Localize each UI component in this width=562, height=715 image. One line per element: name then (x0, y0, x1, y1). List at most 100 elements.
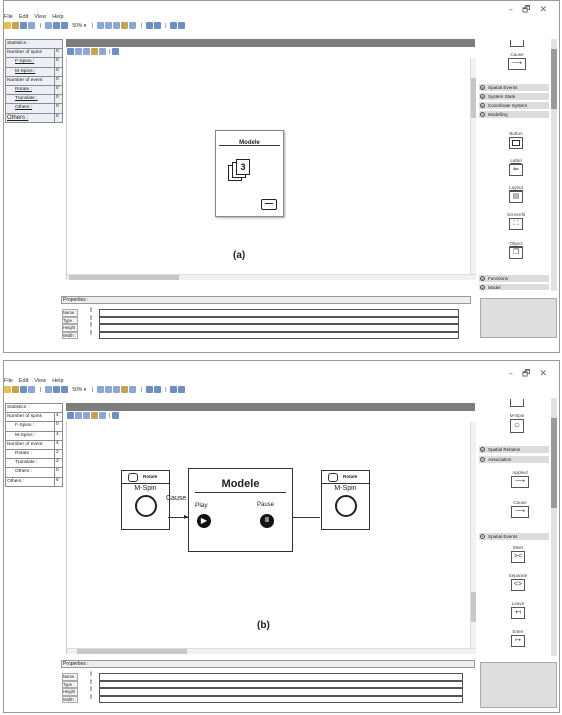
palette-tool-top[interactable] (499, 39, 535, 47)
section-association[interactable]: ^ Association (479, 456, 549, 463)
minimize-button[interactable]: – (509, 369, 523, 379)
property-width-field[interactable] (99, 331, 459, 339)
zoom-select[interactable]: 50% ▾ (72, 387, 86, 393)
tool-applied[interactable]: Applied ⟶ (503, 470, 537, 488)
menu-edit[interactable]: Edit (19, 378, 28, 384)
palette-scrollbar[interactable] (551, 39, 557, 291)
menu-view[interactable]: View (34, 14, 46, 20)
tool-screenfit[interactable]: Screenfit ⛶ (499, 212, 533, 230)
undo-icon[interactable] (170, 22, 178, 29)
close-button[interactable]: ✕ (539, 5, 556, 15)
new-icon[interactable] (4, 22, 11, 29)
chart-icon[interactable] (112, 48, 120, 55)
menu-file[interactable]: File (4, 14, 13, 20)
section-modelling[interactable]: ^ Modelling (479, 111, 549, 118)
copy-icon[interactable] (75, 48, 82, 55)
scroll-thumb[interactable] (69, 275, 179, 280)
scroll-thumb[interactable] (471, 592, 476, 622)
paste-icon[interactable] (83, 412, 90, 419)
section-spatial-events[interactable]: v Spatial Events (479, 84, 549, 91)
new-icon[interactable] (4, 386, 11, 393)
play-icon[interactable]: ▶ (197, 514, 211, 528)
grid-icon[interactable] (99, 48, 106, 55)
cut-icon[interactable] (96, 386, 104, 393)
tool-leave[interactable]: Leave ↤ (501, 601, 535, 619)
menu-help[interactable]: Help (52, 378, 63, 384)
canvas-horizontal-scrollbar[interactable] (67, 648, 476, 654)
window-controls[interactable]: –🗗✕ (509, 366, 557, 382)
copy-icon[interactable] (75, 412, 82, 419)
menu-view[interactable]: View (34, 378, 46, 384)
layers-icon[interactable] (153, 22, 161, 29)
left-spin-box[interactable]: Rotate M-Spin (121, 470, 170, 530)
right-spin-box[interactable]: Rotate M-Spin (321, 470, 370, 530)
paste-icon[interactable] (112, 22, 120, 29)
close-button[interactable]: ✕ (539, 369, 556, 379)
open-icon[interactable] (12, 386, 19, 393)
scroll-thumb[interactable] (471, 78, 476, 118)
section-spatial-relation[interactable]: v Spatial Relation (479, 446, 549, 453)
page-icon[interactable] (44, 22, 52, 29)
zoom-select[interactable]: 50% ▾ (72, 23, 86, 29)
format-icon[interactable] (120, 22, 128, 29)
palette-tool-cause[interactable]: Cause ⟶ (499, 52, 535, 70)
tool-separate[interactable]: Separate <> (501, 573, 535, 591)
property-width-field[interactable] (99, 695, 463, 703)
window-controls[interactable]: –🗗✕ (509, 2, 557, 18)
zoom-out-icon[interactable] (60, 22, 68, 29)
save-all-icon[interactable] (28, 386, 35, 393)
tool-cause[interactable]: Cause ⟶ (503, 500, 537, 518)
tool-label[interactable]: Label ⇐ (501, 158, 531, 176)
zoom-out-icon[interactable] (60, 386, 68, 393)
format-icon[interactable] (91, 412, 98, 419)
paste-icon[interactable] (83, 48, 90, 55)
minimize-button[interactable]: – (509, 5, 523, 15)
section-system-state[interactable]: v System State (479, 93, 549, 100)
cut-icon[interactable] (67, 412, 74, 419)
grid-icon[interactable] (99, 412, 106, 419)
scroll-thumb[interactable] (551, 49, 557, 109)
save-all-icon[interactable] (28, 22, 35, 29)
paste-icon[interactable] (112, 386, 120, 393)
section-model[interactable]: v Model (479, 284, 549, 290)
palette-scrollbar[interactable] (551, 398, 557, 656)
layers-icon[interactable] (153, 386, 161, 393)
save-icon[interactable] (20, 386, 27, 393)
canvas-vertical-scrollbar[interactable] (470, 58, 476, 280)
cut-icon[interactable] (67, 48, 74, 55)
copy-icon[interactable] (104, 386, 112, 393)
chart-icon[interactable] (145, 386, 153, 393)
menu-file[interactable]: File (4, 378, 13, 384)
grid-icon[interactable] (128, 386, 136, 393)
page-icon[interactable] (44, 386, 52, 393)
minimize-icon[interactable] (261, 199, 277, 210)
maximize-button[interactable]: 🗗 (522, 369, 539, 379)
format-icon[interactable] (91, 48, 98, 55)
canvas-vertical-scrollbar[interactable] (470, 422, 476, 654)
copy-icon[interactable] (104, 22, 112, 29)
section-coordinate-system[interactable]: v Coordinate System (479, 102, 549, 109)
format-icon[interactable] (120, 386, 128, 393)
tool-object[interactable]: Object ❐ (501, 241, 531, 259)
save-icon[interactable] (20, 22, 27, 29)
palette-tool-mspin[interactable]: M-Spin ○ (499, 413, 535, 433)
canvas-horizontal-scrollbar[interactable] (67, 274, 476, 280)
scroll-thumb[interactable] (77, 649, 187, 654)
chart-icon[interactable] (112, 412, 120, 419)
menu-help[interactable]: Help (52, 14, 63, 20)
zoom-in-icon[interactable] (52, 22, 60, 29)
chart-icon[interactable] (145, 22, 153, 29)
section-spatial-events[interactable]: ^ Spatial Events (479, 533, 549, 540)
tool-button[interactable]: Button (501, 131, 531, 149)
menu-edit[interactable]: Edit (19, 14, 28, 20)
module-box[interactable]: Modele Play ▶ Pause II (188, 468, 293, 552)
tool-layout[interactable]: Layout ▤ (501, 185, 531, 203)
zoom-in-icon[interactable] (52, 386, 60, 393)
section-functions[interactable]: v Functions (479, 275, 549, 282)
open-icon[interactable] (12, 22, 19, 29)
palette-tool-top[interactable] (499, 398, 535, 407)
redo-icon[interactable] (178, 386, 186, 393)
scroll-thumb[interactable] (551, 418, 557, 508)
maximize-button[interactable]: 🗗 (522, 5, 539, 15)
module-box[interactable]: Modele 3 (215, 130, 284, 217)
